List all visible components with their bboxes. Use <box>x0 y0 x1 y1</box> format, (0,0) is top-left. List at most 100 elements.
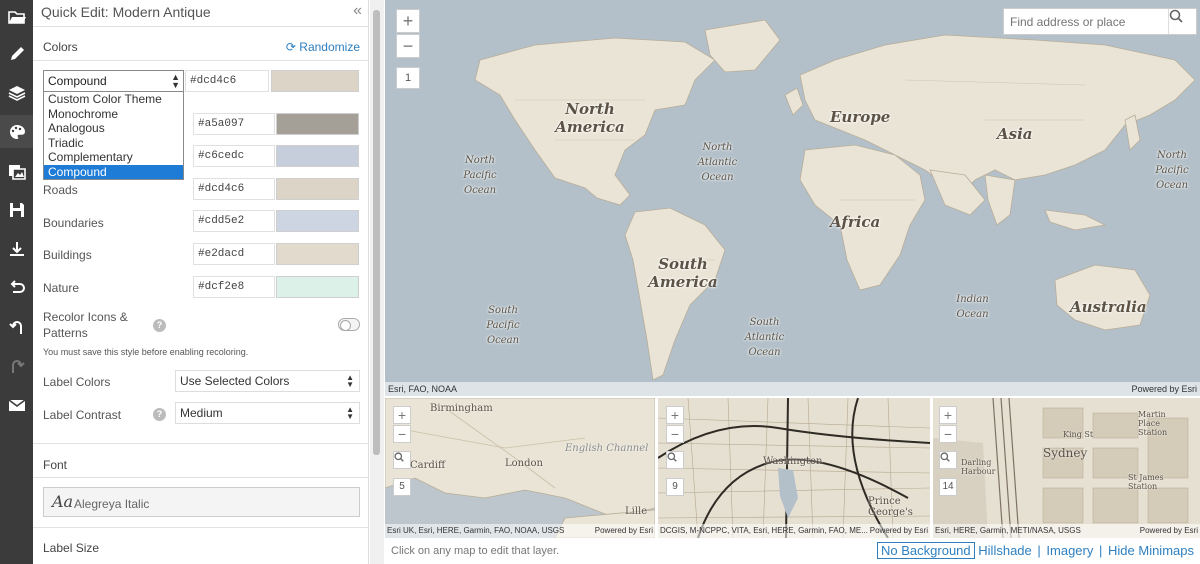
select-arrows-icon: ▲ ▼ <box>171 72 180 90</box>
theme-option-analogous[interactable]: Analogous <box>44 121 183 136</box>
save-icon[interactable] <box>0 193 33 226</box>
divider <box>33 26 368 27</box>
download-icon[interactable] <box>0 232 33 265</box>
redo-icon[interactable] <box>0 349 33 382</box>
font-sample: Aa <box>52 492 74 511</box>
help-icon[interactable]: ? <box>153 408 166 421</box>
panel-scrollbar-thumb[interactable] <box>373 10 380 455</box>
undo-arrow-icon[interactable] <box>0 310 33 343</box>
buildings-color-swatch[interactable] <box>276 243 359 265</box>
help-icon[interactable]: ? <box>153 319 166 332</box>
color-theme-select[interactable]: Compound ▲ ▼ <box>43 70 184 92</box>
map-label: Lille <box>625 506 648 517</box>
theme-hex-input[interactable]: #dcd4c6 <box>185 70 269 92</box>
hex-input[interactable]: #a5a097 <box>193 113 275 135</box>
zoom-level: 9 <box>666 478 684 496</box>
hillshade-link[interactable]: Hillshade <box>978 543 1031 558</box>
theme-option-compound[interactable]: Compound <box>44 164 183 179</box>
map-label: North America <box>555 100 625 136</box>
map-label: North Pacific Ocean <box>1155 150 1189 191</box>
powered-by-esri[interactable]: Powered by Esri <box>870 524 928 538</box>
color-swatch[interactable] <box>276 113 359 135</box>
divider <box>33 477 368 478</box>
boundaries-color-swatch[interactable] <box>276 210 359 232</box>
layers-icon[interactable] <box>0 76 33 109</box>
bottom-bar: Click on any map to edit that layer. No … <box>385 540 1200 564</box>
address-search <box>1003 8 1197 35</box>
palette-icon[interactable] <box>0 115 33 148</box>
font-heading: Font <box>43 458 68 472</box>
imagery-link[interactable]: Imagery <box>1046 543 1093 558</box>
pencil-icon[interactable] <box>0 37 33 70</box>
search-input[interactable] <box>1004 9 1168 34</box>
map-label: Australia <box>1070 298 1147 316</box>
nature-hex-input[interactable]: #dcf2e8 <box>193 276 275 298</box>
folder-open-icon[interactable] <box>0 0 33 33</box>
search-icon[interactable] <box>666 451 684 469</box>
randomize-label: Randomize <box>299 40 360 54</box>
hide-minimaps-link[interactable]: Hide Minimaps <box>1108 543 1194 558</box>
label-contrast-select[interactable]: Medium ▲ ▼ <box>175 402 360 424</box>
collapse-panel-icon[interactable]: « <box>353 2 362 20</box>
zoom-in-button[interactable]: + <box>666 406 684 424</box>
hex-input[interactable]: #c6cedc <box>193 145 275 167</box>
powered-by-esri[interactable]: Powered by Esri <box>1131 382 1197 396</box>
divider <box>33 60 368 61</box>
search-icon <box>1169 9 1183 23</box>
nature-color-swatch[interactable] <box>276 276 359 298</box>
minimap-london[interactable]: + − 5 Birmingham London English Channel … <box>385 398 655 538</box>
minimap-sydney[interactable]: + − 14 Sydney King St Martin Place Stati… <box>933 398 1200 538</box>
roads-color-swatch[interactable] <box>276 178 359 200</box>
powered-by-esri[interactable]: Powered by Esri <box>595 524 653 538</box>
label-colors-label: Label Colors <box>43 375 111 389</box>
label-size-heading: Label Size <box>43 541 100 555</box>
powered-by-esri[interactable]: Powered by Esri <box>1140 524 1198 538</box>
search-icon[interactable] <box>393 451 411 469</box>
main-map[interactable]: + − 1 North America South America Europe… <box>385 0 1200 396</box>
map-label: South Atlantic Ocean <box>744 317 785 358</box>
zoom-in-button[interactable]: + <box>939 406 957 424</box>
font-picker[interactable]: Aa Alegreya Italic <box>43 487 360 517</box>
theme-option-triadic[interactable]: Triadic <box>44 136 183 151</box>
attribution-text: Esri, FAO, NOAA <box>388 384 458 394</box>
roads-label: Roads <box>43 183 78 197</box>
attribution-text: Esri UK, Esri, HERE, Garmin, FAO, NOAA, … <box>387 526 565 535</box>
randomize-button[interactable]: ⟳ Randomize <box>286 40 360 54</box>
undo-icon[interactable] <box>0 271 33 304</box>
image-layers-icon[interactable] <box>0 154 33 187</box>
edit-hint: Click on any map to edit that layer. <box>391 545 560 557</box>
search-icon[interactable] <box>939 451 957 469</box>
color-swatch[interactable] <box>276 145 359 167</box>
theme-option-custom[interactable]: Custom Color Theme <box>44 92 183 107</box>
no-background-link[interactable]: No Background <box>877 542 975 559</box>
theme-option-complementary[interactable]: Complementary <box>44 150 183 165</box>
zoom-level: 1 <box>396 67 420 89</box>
boundaries-label: Boundaries <box>43 216 104 230</box>
color-theme-dropdown: Custom Color Theme Monochrome Analogous … <box>43 91 184 180</box>
mail-icon[interactable] <box>0 388 33 421</box>
recolor-label-2: Patterns <box>43 326 88 340</box>
zoom-out-button[interactable]: − <box>666 425 684 443</box>
buildings-hex-input[interactable]: #e2dacd <box>193 243 275 265</box>
boundaries-hex-input[interactable]: #cdd5e2 <box>193 210 275 232</box>
attribution-text: DCGIS, M-NCPPC, VITA, Esri, HERE, Garmin… <box>660 526 868 535</box>
attribution-text: Esri, HERE, Garmin, METI/NASA, USGS <box>935 526 1081 535</box>
recolor-toggle[interactable] <box>338 318 360 331</box>
zoom-out-button[interactable]: − <box>396 34 420 58</box>
map-label: Martin Place Station <box>1138 410 1168 437</box>
recolor-label: Recolor Icons & <box>43 310 128 324</box>
minimap-washington[interactable]: + − 9 Washington Prince George's DCGIS, … <box>658 398 930 538</box>
theme-option-monochrome[interactable]: Monochrome <box>44 107 183 122</box>
zoom-out-button[interactable]: − <box>939 425 957 443</box>
left-toolbar <box>0 0 33 564</box>
map-label: North Pacific Ocean <box>463 155 497 196</box>
search-button[interactable] <box>1168 9 1196 34</box>
zoom-in-button[interactable]: + <box>393 406 411 424</box>
theme-color-swatch[interactable] <box>271 70 359 92</box>
roads-hex-input[interactable]: #dcd4c6 <box>193 178 275 200</box>
map-label: Indian Ocean <box>956 294 989 320</box>
zoom-out-button[interactable]: − <box>393 425 411 443</box>
colors-heading: Colors <box>43 40 78 54</box>
label-colors-select[interactable]: Use Selected Colors ▲ ▼ <box>175 370 360 392</box>
zoom-in-button[interactable]: + <box>396 9 420 33</box>
